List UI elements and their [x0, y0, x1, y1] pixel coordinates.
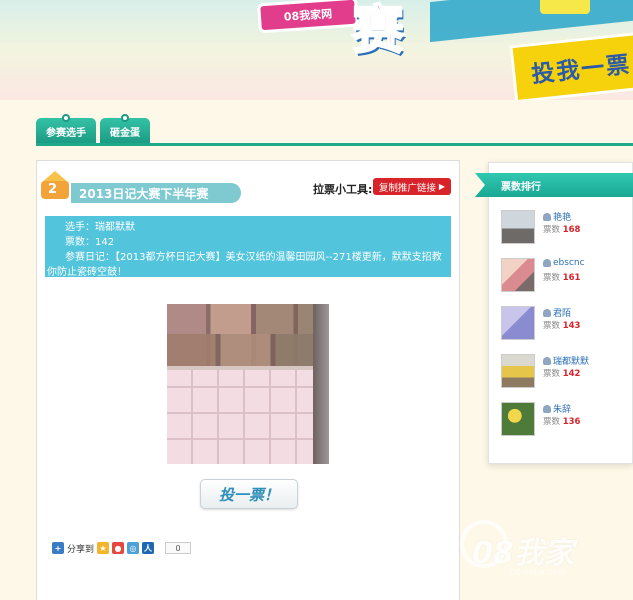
ranking-title: 票数排行 [475, 173, 633, 197]
share-bar: + 分享到 ★ ● ◎ 人 0 [52, 541, 192, 555]
ranking-item[interactable]: 瑞都默默 票数 142 [501, 354, 626, 392]
share-label: 分享到 [67, 544, 95, 555]
tab-underline [36, 143, 633, 146]
nav-tabs: 参赛选手 砸金蛋 [36, 114, 150, 144]
diary-link[interactable]: 参赛日记：【2013都方杯日记大赛】美女汉纸的温馨田园风--271楼更新，默默支… [47, 250, 445, 280]
share-count: 0 [165, 542, 192, 554]
pin-icon [62, 114, 70, 122]
avatar[interactable] [501, 306, 535, 340]
site-logo[interactable]: 08我家网 [257, 0, 359, 34]
user-icon [543, 308, 551, 317]
player-name: 选手：瑞都默默 [65, 222, 135, 233]
crown-icon: 2 [39, 171, 71, 201]
share-plus-icon[interactable]: + [52, 542, 64, 554]
vote-count: 票数：142 [65, 237, 115, 248]
ranking-item[interactable]: 朱辞 票数 136 [501, 402, 626, 440]
user-icon [543, 404, 551, 413]
banner-decoration [540, 0, 590, 14]
ranking-item[interactable]: 艳艳 票数 168 [501, 210, 626, 248]
avatar[interactable] [501, 258, 535, 292]
watermark: 08我家 [472, 536, 574, 571]
weibo-icon[interactable]: ● [112, 542, 125, 554]
vote-button[interactable]: 投一票！ [200, 479, 298, 509]
user-icon [543, 356, 551, 365]
contest-panel: 2 2013日记大赛下半年赛 拉票小工具: 复制推广链接 ▶ 选手：瑞都默默 票数… [36, 160, 460, 600]
avatar[interactable] [501, 402, 535, 436]
vote-ranking: 票数排行 艳艳 票数 168 ebscnc 票数 161 君陌 票数 143 瑞… [475, 162, 633, 464]
copy-link-button[interactable]: 复制推广链接 ▶ [373, 178, 451, 195]
pin-icon [121, 114, 129, 122]
arrow-right-icon: ▶ [438, 182, 446, 191]
banner-title-char: 赛 [351, 0, 405, 62]
vote-slogan-banner: 投我一票 [509, 30, 633, 100]
renren-icon[interactable]: 人 [142, 542, 155, 554]
ranking-item[interactable]: 君陌 票数 143 [501, 306, 626, 344]
avatar[interactable] [501, 210, 535, 244]
ranking-item[interactable]: ebscnc 票数 161 [501, 258, 626, 296]
contest-title: 2013日记大赛下半年赛 [71, 183, 241, 203]
contestant-info: 选手：瑞都默默 票数：142 参赛日记：【2013都方杯日记大赛】美女汉纸的温馨… [45, 216, 451, 280]
tencent-weibo-icon[interactable]: ◎ [127, 542, 140, 554]
contest-photo[interactable] [167, 304, 329, 464]
vote-tool-label: 拉票小工具: [313, 183, 373, 196]
qzone-icon[interactable]: ★ [97, 542, 110, 554]
avatar[interactable] [501, 354, 535, 388]
tab-golden-egg[interactable]: 砸金蛋 [100, 114, 150, 144]
header-banner: 08我家网 赛 投我一票 [0, 0, 633, 100]
user-icon [543, 259, 551, 267]
user-icon [543, 212, 551, 221]
tab-contestants[interactable]: 参赛选手 [36, 114, 96, 144]
watermark-url: 08wojia.com [510, 568, 567, 578]
